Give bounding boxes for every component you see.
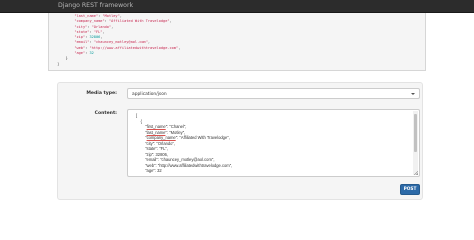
json-key: "age" xyxy=(74,51,86,56)
media-type-select[interactable]: application/json xyxy=(127,88,420,99)
content-line: "company_name": "Affiliated With Travelo… xyxy=(136,135,230,141)
resize-handle-icon[interactable] xyxy=(414,171,418,175)
post-button[interactable]: POST xyxy=(400,184,420,195)
json-key: "web" xyxy=(74,45,86,50)
navbar: Django REST framework xyxy=(0,0,474,13)
json-key: "company_name" xyxy=(74,19,105,24)
json-value: "Affiliated With Travelodge" xyxy=(108,19,170,24)
json-value: 32 xyxy=(89,51,94,56)
media-type-label: Media type: xyxy=(86,91,117,96)
json-key: "email" xyxy=(74,40,90,45)
brand-title[interactable]: Django REST framework xyxy=(58,2,133,9)
json-value: "chauncey_motley@aol.com" xyxy=(93,40,148,45)
content-textarea[interactable]: [ { "first_name": "Chanel", "last_name":… xyxy=(127,109,420,177)
content-label: Content: xyxy=(94,111,117,116)
scrollbar-thumb[interactable] xyxy=(414,114,417,152)
response-panel: "last_name": "Motley", "company_name": "… xyxy=(48,13,426,71)
json-key: "state" xyxy=(74,29,90,34)
json-value: "Motley" xyxy=(102,14,120,18)
json-value: 32806 xyxy=(89,35,101,40)
content-line: "age": 32 xyxy=(136,168,162,174)
response-line: ] xyxy=(57,61,60,66)
response-json: "last_name": "Motley", "company_name": "… xyxy=(57,14,180,67)
chevron-down-icon xyxy=(411,92,415,95)
json-value: "Orlando" xyxy=(91,24,112,29)
json-key: "zip" xyxy=(74,35,86,40)
json-value: "http://www.affiliatedwithtravelodge.com… xyxy=(89,45,179,50)
textarea-scrollbar[interactable] xyxy=(413,111,418,175)
media-type-value: application/json xyxy=(132,91,167,97)
content-text[interactable]: [ { "first_name": "Chanel", "last_name":… xyxy=(136,113,232,174)
json-key: "last_name" xyxy=(74,14,99,18)
json-key: "city" xyxy=(74,24,88,29)
